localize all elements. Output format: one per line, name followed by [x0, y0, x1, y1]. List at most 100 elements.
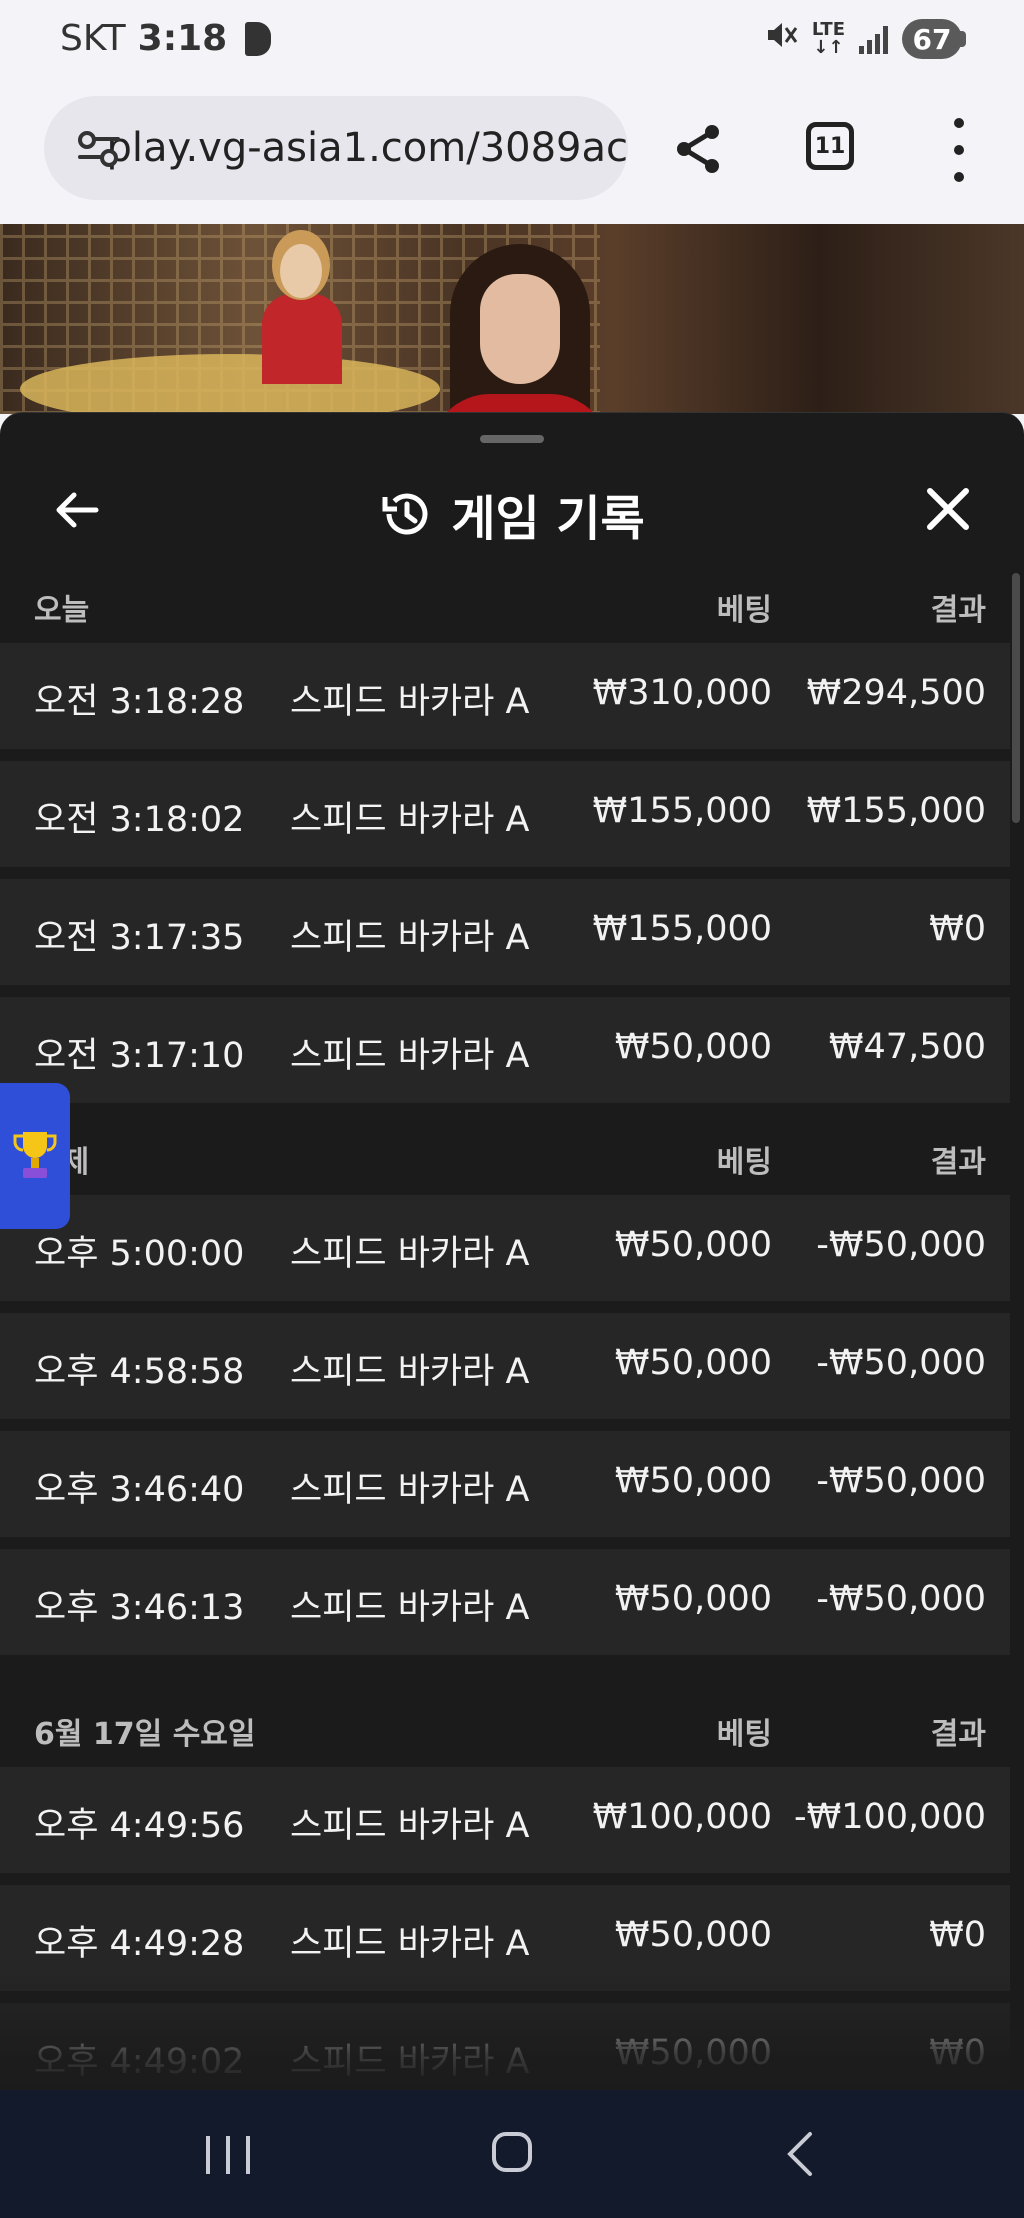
history-row[interactable]: 오후 4:49:28 스피드 바카라 A ₩50,000 ₩0 [0, 1885, 1010, 1991]
address-bar[interactable]: play.vg-asia1.com/3089ac [44, 96, 628, 200]
result-amount: ₩47,500 [828, 1027, 986, 1067]
drag-handle[interactable] [480, 435, 544, 443]
history-row[interactable]: 오후 3:46:13 스피드 바카라 A ₩50,000 -₩50,000 [0, 1549, 1010, 1655]
bet-amount: ₩50,000 [614, 1579, 772, 1619]
result-amount: ₩0 [929, 2033, 986, 2073]
browser-toolbar: play.vg-asia1.com/3089ac 11 [0, 82, 1024, 224]
history-row[interactable]: 오전 3:18:28 스피드 바카라 A ₩310,000 ₩294,500 [0, 643, 1010, 749]
history-row[interactable]: 오전 3:17:35 스피드 바카라 A ₩155,000 ₩0 [0, 879, 1010, 985]
game-name: 스피드 바카라 A [290, 800, 530, 840]
recent-apps-button[interactable] [206, 2136, 250, 2174]
chevron-left-icon [787, 2132, 812, 2176]
result-amount: -₩50,000 [816, 1461, 986, 1501]
bet-column-header: 베팅 [716, 593, 772, 628]
game-name: 스피드 바카라 A [290, 1234, 530, 1274]
bet-column-header: 베팅 [716, 1717, 772, 1752]
result-column-header: 결과 [930, 1145, 986, 1180]
history-icon [382, 493, 428, 535]
sheet-header: 게임 기록 [0, 461, 1024, 561]
result-amount: ₩0 [929, 1915, 986, 1955]
status-left: SKT 3:18 [60, 18, 272, 59]
section-header: 오늘 베팅 결과 [0, 563, 1010, 643]
bet-amount: ₩50,000 [614, 1027, 772, 1067]
clock: 3:18 [137, 18, 228, 59]
carrier-label: SKT [60, 18, 126, 59]
game-name: 스피드 바카라 A [290, 1352, 530, 1392]
close-icon [927, 488, 969, 530]
game-name: 스피드 바카라 A [290, 918, 530, 958]
status-right: LTE ↓↑ 67 [764, 18, 966, 60]
game-name: 스피드 바카라 A [290, 1470, 530, 1510]
round-time: 오전 3:17:35 [34, 918, 245, 958]
round-time: 오후 4:49:02 [34, 2042, 245, 2082]
result-amount: -₩50,000 [816, 1343, 986, 1383]
status-bar: SKT 3:18 LTE ↓↑ 67 [0, 0, 1024, 82]
game-name: 스피드 바카라 A [290, 1036, 530, 1076]
game-name: 스피드 바카라 A [290, 682, 530, 722]
section-date: 6월 17일 수요일 [34, 1717, 256, 1752]
round-time: 오후 3:46:13 [34, 1588, 245, 1628]
history-row[interactable]: 오후 3:46:40 스피드 바카라 A ₩50,000 -₩50,000 [0, 1431, 1010, 1537]
tab-switcher-button[interactable]: 11 [806, 122, 854, 170]
game-name: 스피드 바카라 A [290, 1924, 530, 1964]
game-name: 스피드 바카라 A [290, 2042, 530, 2082]
bet-column-header: 베팅 [716, 1145, 772, 1180]
site-settings-icon[interactable] [78, 131, 120, 167]
app-notification-icon [245, 21, 272, 56]
round-time: 오전 3:18:02 [34, 800, 245, 840]
game-name: 스피드 바카라 A [290, 1588, 530, 1628]
result-amount: ₩294,500 [806, 673, 986, 713]
section-header: 어제 베팅 결과 [0, 1115, 1010, 1195]
dealer-background [262, 244, 342, 384]
history-row[interactable]: 오후 4:58:58 스피드 바카라 A ₩50,000 -₩50,000 [0, 1313, 1010, 1419]
bet-amount: ₩100,000 [592, 1797, 772, 1837]
back-nav-button[interactable] [780, 2130, 820, 2178]
scrollbar[interactable] [1012, 573, 1020, 823]
dealer-foreground [420, 244, 620, 414]
history-list[interactable]: 오늘 베팅 결과 오전 3:18:28 스피드 바카라 A ₩310,000 ₩… [0, 563, 1010, 2091]
bet-amount: ₩50,000 [614, 1915, 772, 1955]
bet-amount: ₩50,000 [614, 1343, 772, 1383]
trophy-icon [13, 1132, 57, 1178]
bet-amount: ₩50,000 [614, 1225, 772, 1265]
round-time: 오전 3:18:28 [34, 682, 245, 722]
network-type: LTE ↓↑ [811, 19, 845, 58]
section-date: 오늘 [34, 593, 90, 628]
home-button[interactable] [492, 2132, 532, 2172]
bet-amount: ₩155,000 [592, 791, 772, 831]
round-time: 오후 4:58:58 [34, 1352, 245, 1392]
overflow-menu-button[interactable] [944, 118, 974, 182]
sheet-title-group: 게임 기록 [0, 479, 1024, 549]
mute-icon [764, 18, 798, 60]
result-amount: ₩0 [929, 909, 986, 949]
url-text[interactable]: play.vg-asia1.com/3089ac [106, 125, 628, 171]
history-row[interactable]: 오후 4:49:02 스피드 바카라 A ₩50,000 ₩0 [0, 2003, 1010, 2091]
result-amount: -₩50,000 [816, 1225, 986, 1265]
round-time: 오후 4:49:56 [34, 1806, 245, 1846]
result-amount: -₩100,000 [794, 1797, 986, 1837]
result-column-header: 결과 [930, 1717, 986, 1752]
history-row[interactable]: 오후 5:00:00 스피드 바카라 A ₩50,000 -₩50,000 [0, 1195, 1010, 1301]
history-row[interactable]: 오전 3:17:10 스피드 바카라 A ₩50,000 ₩47,500 [0, 997, 1010, 1103]
bet-amount: ₩155,000 [592, 909, 772, 949]
trophy-tab-button[interactable] [0, 1083, 70, 1229]
round-time: 오후 5:00:00 [34, 1234, 245, 1274]
history-row[interactable]: 오후 4:49:56 스피드 바카라 A ₩100,000 -₩100,000 [0, 1767, 1010, 1873]
game-name: 스피드 바카라 A [290, 1806, 530, 1846]
result-amount: ₩155,000 [806, 791, 986, 831]
round-time: 오후 4:49:28 [34, 1924, 245, 1964]
bet-amount: ₩50,000 [614, 1461, 772, 1501]
result-amount: -₩50,000 [816, 1579, 986, 1619]
live-dealer-video [0, 224, 1024, 414]
game-history-sheet: 게임 기록 오늘 베팅 결과 오전 3:18:28 스피드 바카라 A ₩310… [0, 412, 1024, 2091]
share-icon [677, 125, 719, 173]
system-navigation-bar [0, 2090, 1024, 2218]
bet-amount: ₩50,000 [614, 2033, 772, 2073]
result-column-header: 결과 [930, 593, 986, 628]
close-button[interactable] [922, 483, 974, 535]
history-row[interactable]: 오전 3:18:02 스피드 바카라 A ₩155,000 ₩155,000 [0, 761, 1010, 867]
share-button[interactable] [672, 122, 726, 176]
round-time: 오전 3:17:10 [34, 1036, 245, 1076]
section-header: 6월 17일 수요일 베팅 결과 [0, 1687, 1010, 1767]
sheet-title: 게임 기록 [451, 491, 645, 547]
